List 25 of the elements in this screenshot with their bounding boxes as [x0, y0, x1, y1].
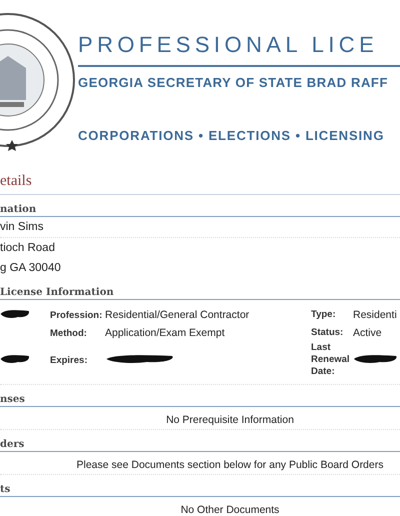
site-title: PROFESSIONAL LICE — [78, 31, 380, 59]
page-title: etails — [0, 165, 400, 195]
info-message: Please see Documents section below for any Public Board Orders — [0, 452, 400, 475]
field-label: Status: — [311, 327, 344, 339]
field-label: Expires: — [50, 354, 88, 366]
site-subtitle: GEORGIA SECRETARY OF STATE BRAD RAFF — [78, 75, 390, 90]
info-message: No Prerequisite Information — [0, 407, 400, 430]
field-value: Active — [353, 327, 382, 339]
section-heading: License Information — [0, 278, 400, 300]
field-label: Method: — [50, 328, 88, 338]
section-heading: ders — [0, 430, 400, 452]
info-message: No Other Documents — [0, 497, 400, 516]
address-line: vin Sims — [0, 217, 400, 238]
address-line: tioch Road — [0, 241, 56, 256]
section-heading: nses — [0, 385, 400, 407]
site-tagline: CORPORATIONS • ELECTIONS • LICENSING — [78, 128, 386, 143]
address-line: g GA 30040 — [0, 261, 62, 276]
field-value: Residential/General Contractor — [105, 309, 250, 321]
field-value: Residenti — [353, 309, 397, 321]
field-label: Type: — [311, 309, 336, 321]
section-heading: ts — [0, 475, 400, 497]
section-heading: nation — [0, 195, 400, 217]
field-value: Application/Exam Exempt — [105, 327, 225, 339]
field-label: Last Renewal Date: — [311, 342, 350, 378]
field-label: Profession: — [50, 310, 104, 320]
